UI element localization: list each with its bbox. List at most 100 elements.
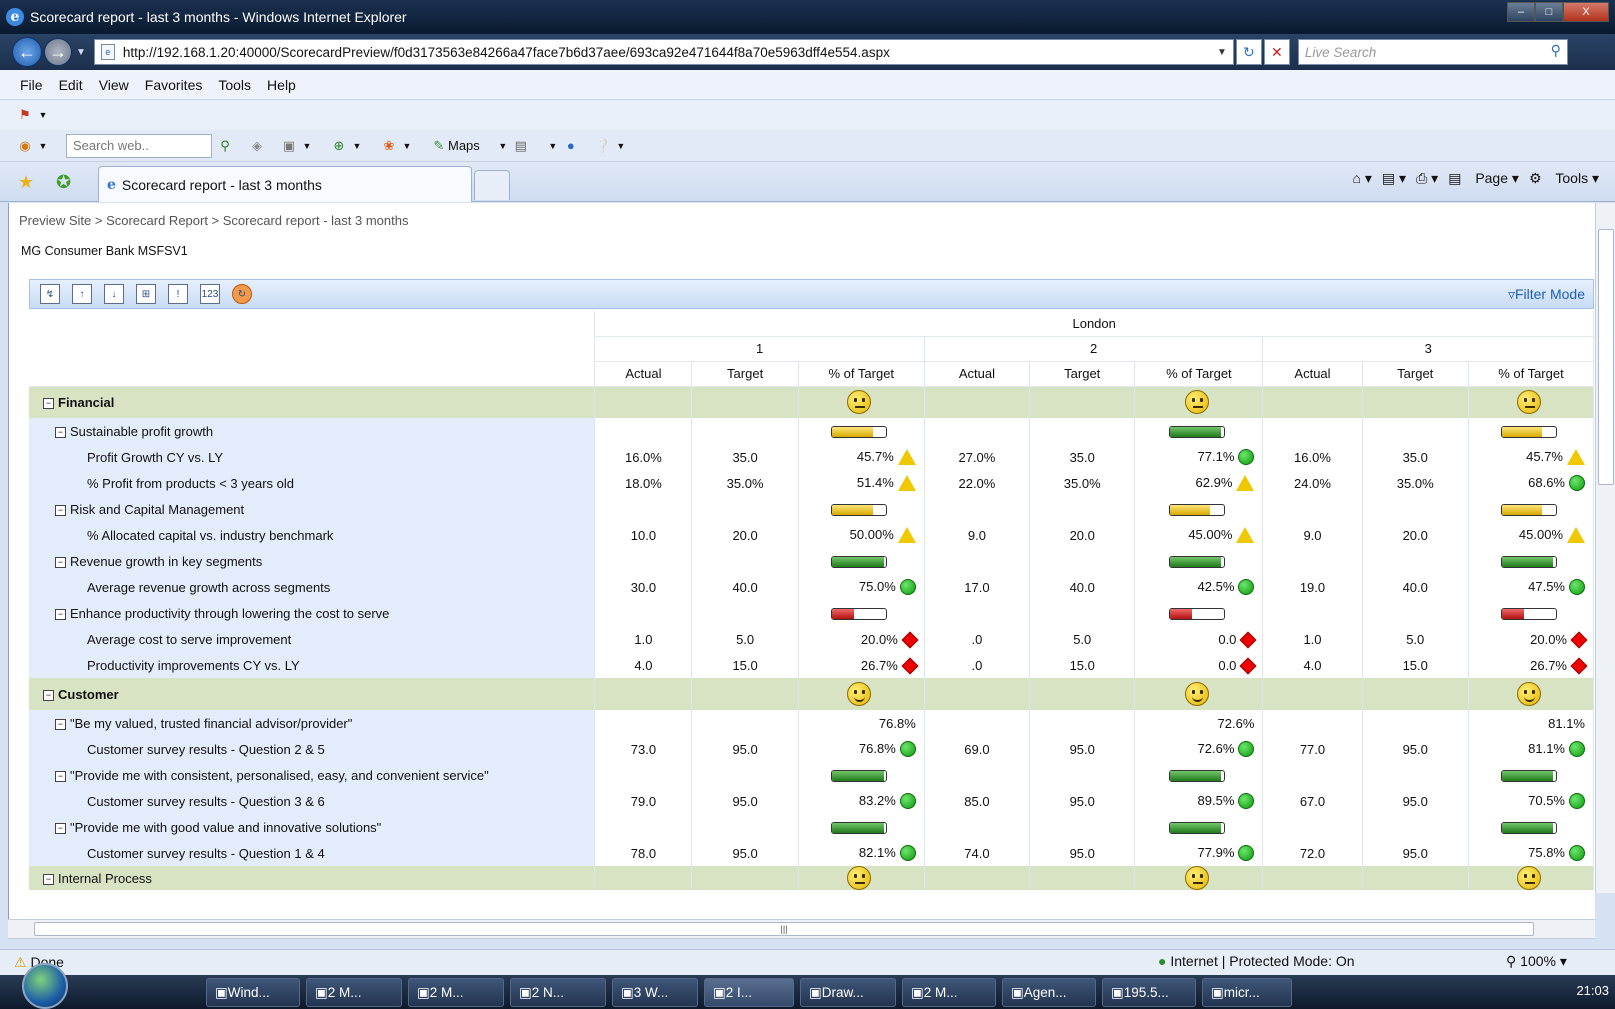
taskbar-button[interactable]: ▣ 195.5... bbox=[1102, 978, 1196, 1007]
expand-icon[interactable]: ⊞ bbox=[136, 284, 156, 304]
taskbar-button[interactable]: ▣ 2 I... bbox=[704, 978, 794, 1007]
forward-button[interactable]: → bbox=[44, 38, 72, 66]
menu-favorites[interactable]: Favorites bbox=[145, 77, 203, 93]
objective-row[interactable]: − Revenue growth in key segments bbox=[29, 548, 1595, 574]
stop-icon[interactable]: ✕ bbox=[1263, 39, 1290, 65]
url-text[interactable]: http://192.168.1.20:40000/ScorecardPrevi… bbox=[123, 45, 1211, 60]
chevron-down-icon[interactable]: ▼ bbox=[612, 137, 630, 155]
tools-menu[interactable]: ⚙ Tools ▾ bbox=[1529, 170, 1599, 187]
kpi-row[interactable]: Productivity improvements CY vs. LY 4.0 15… bbox=[29, 652, 1595, 678]
sort-ascending-icon[interactable]: ↑ bbox=[72, 284, 92, 304]
objective-row[interactable]: − Risk and Capital Management bbox=[29, 496, 1595, 522]
vertical-scroll-thumb[interactable] bbox=[1598, 229, 1614, 485]
taskbar-button[interactable]: ▣ micr... bbox=[1202, 978, 1292, 1007]
kpi-row[interactable]: Profit Growth CY vs. LY 16.0% 35.0 45.7% 27.… bbox=[29, 444, 1595, 470]
chevron-down-icon[interactable]: ▼ bbox=[348, 137, 366, 155]
live-search-input[interactable]: Live Search ⚲ bbox=[1297, 39, 1568, 65]
collapse-toggle-icon[interactable]: − bbox=[55, 426, 66, 438]
menu-file[interactable]: File bbox=[20, 77, 43, 93]
home-icon[interactable]: ⌂ ▾ bbox=[1353, 170, 1372, 187]
help-icon[interactable]: ❔ bbox=[594, 137, 612, 155]
objective-row[interactable]: − Enhance productivity through lowering t… bbox=[29, 600, 1595, 626]
horizontal-scroll-thumb[interactable]: ||| bbox=[34, 922, 1534, 936]
menu-help[interactable]: Help bbox=[267, 77, 296, 93]
objective-row[interactable]: − "Provide me with consistent, personalis… bbox=[29, 762, 1595, 788]
collapse-toggle-icon[interactable]: − bbox=[43, 397, 54, 409]
history-dropdown-icon[interactable]: ▼ bbox=[76, 47, 86, 58]
chart-icon[interactable]: ↯ bbox=[40, 284, 60, 304]
kpi-row[interactable]: Customer survey results - Question 2 & 5… bbox=[29, 736, 1595, 762]
collapse-toggle-icon[interactable]: − bbox=[43, 689, 54, 701]
taskbar-button[interactable]: ▣ Agen... bbox=[1002, 978, 1096, 1007]
chevron-down-icon[interactable]: ▼ bbox=[34, 137, 52, 155]
close-button[interactable]: X bbox=[1563, 2, 1609, 22]
filter-mode-button[interactable]: ▿Filter Mode bbox=[1508, 286, 1585, 303]
kpi-row[interactable]: Customer survey results - Question 1 & 4… bbox=[29, 840, 1595, 866]
maps-button[interactable]: ✎ Maps bbox=[430, 137, 480, 155]
messenger-icon[interactable]: ● bbox=[562, 137, 580, 155]
collapse-toggle-icon[interactable]: − bbox=[55, 770, 66, 782]
toolbar-logo-icon[interactable]: ◉ bbox=[16, 137, 34, 155]
url-field[interactable]: e http://192.168.1.20:40000/ScorecardPre… bbox=[93, 39, 1234, 65]
objective-row[interactable]: − "Provide me with good value and innovat… bbox=[29, 814, 1595, 840]
butterfly-icon[interactable]: ❀ bbox=[380, 137, 398, 155]
search-icon[interactable]: ⚲ bbox=[1551, 42, 1561, 59]
category-row[interactable]: − Customer bbox=[29, 678, 1595, 710]
menu-edit[interactable]: Edit bbox=[59, 77, 83, 93]
back-button[interactable]: ← bbox=[12, 37, 42, 67]
url-dropdown-icon[interactable]: ▼ bbox=[1211, 47, 1233, 58]
web-search-input[interactable]: Search web.. bbox=[66, 133, 212, 158]
kpi-row[interactable]: Average cost to serve improvement 1.0 5.0 2… bbox=[29, 626, 1595, 652]
search-icon[interactable]: ⚲ bbox=[216, 137, 234, 155]
add-favorites-icon[interactable]: ✪ bbox=[56, 172, 71, 193]
kpi-row[interactable]: Customer survey results - Question 3 & 6… bbox=[29, 788, 1595, 814]
menu-view[interactable]: View bbox=[99, 77, 129, 93]
sort-descending-icon[interactable]: ↓ bbox=[104, 284, 124, 304]
start-button[interactable] bbox=[22, 963, 68, 1009]
taskbar-button[interactable]: ▣ 2 N... bbox=[510, 978, 606, 1007]
minimize-button[interactable]: – bbox=[1507, 2, 1535, 22]
rss-icon[interactable]: ▤ bbox=[512, 137, 530, 155]
chevron-down-icon[interactable]: ▼ bbox=[34, 106, 52, 124]
alert-icon[interactable]: ! bbox=[168, 284, 188, 304]
maximize-button[interactable]: □ bbox=[1535, 2, 1563, 22]
chevron-down-icon[interactable]: ▼ bbox=[494, 137, 512, 155]
kpi-row[interactable]: Average revenue growth across segments 30… bbox=[29, 574, 1595, 600]
print-icon[interactable]: ⎙ ▾ bbox=[1416, 170, 1438, 187]
refresh-icon[interactable]: ↻ bbox=[1235, 39, 1262, 65]
security-zone[interactable]: Internet | Protected Mode: On bbox=[1170, 953, 1354, 969]
new-tab-button[interactable] bbox=[474, 170, 510, 200]
horizontal-scrollbar[interactable]: ||| bbox=[8, 919, 1595, 939]
favorites-star-icon[interactable]: ★ bbox=[18, 172, 34, 193]
chevron-down-icon[interactable]: ▼ bbox=[298, 137, 316, 155]
kpi-row[interactable]: % Allocated capital vs. industry benchma… bbox=[29, 522, 1595, 548]
page-menu[interactable]: ▤ Page ▾ bbox=[1448, 170, 1519, 187]
tab-scorecard-report[interactable]: e Scorecard report - last 3 months bbox=[98, 166, 472, 202]
chevron-down-icon[interactable]: ▼ bbox=[398, 137, 416, 155]
breadcrumb[interactable]: Preview Site > Scorecard Report > Scorec… bbox=[19, 213, 408, 228]
menu-tools[interactable]: Tools bbox=[218, 77, 251, 93]
objective-row[interactable]: − "Be my valued, trusted financial adviso… bbox=[29, 710, 1595, 736]
objective-row[interactable]: − Sustainable profit growth bbox=[29, 418, 1595, 444]
kpi-row[interactable]: % Profit from products < 3 years old 18.0… bbox=[29, 470, 1595, 496]
highlight-icon[interactable]: ◈ bbox=[248, 137, 266, 155]
collapse-toggle-icon[interactable]: − bbox=[55, 504, 66, 516]
vertical-scrollbar[interactable] bbox=[1595, 203, 1615, 893]
collapse-toggle-icon[interactable]: − bbox=[55, 718, 66, 730]
number-format-icon[interactable]: 123 bbox=[200, 284, 220, 304]
category-row[interactable]: − Financial bbox=[29, 386, 1595, 418]
taskbar-button[interactable]: ▣ 2 M... bbox=[408, 978, 504, 1007]
taskbar-button[interactable]: ▣ 3 W... bbox=[612, 978, 698, 1007]
refresh-icon[interactable]: ↻ bbox=[232, 284, 252, 304]
collapse-toggle-icon[interactable]: − bbox=[43, 873, 54, 885]
category-row[interactable]: − Internal Process bbox=[29, 866, 1595, 890]
zoom-level[interactable]: 100% bbox=[1520, 953, 1556, 969]
taskbar-button[interactable]: ▣ 2 M... bbox=[306, 978, 402, 1007]
chevron-down-icon[interactable]: ▼ bbox=[544, 137, 562, 155]
window-icon[interactable]: ▣ bbox=[280, 137, 298, 155]
collapse-toggle-icon[interactable]: − bbox=[55, 556, 66, 568]
system-clock[interactable]: 21:03 bbox=[1576, 983, 1609, 998]
feeds-icon[interactable]: ▤ ▾ bbox=[1382, 170, 1406, 187]
translate-icon[interactable]: ⚑ bbox=[16, 106, 34, 124]
collapse-toggle-icon[interactable]: − bbox=[55, 822, 66, 834]
